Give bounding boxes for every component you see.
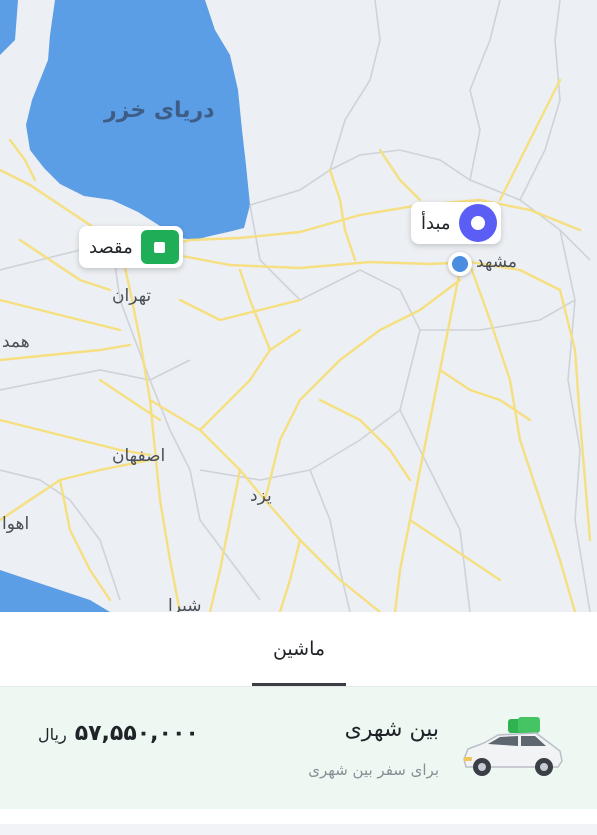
destination-marker[interactable]: مقصد [79,226,183,268]
city-label-hamedan: همد [2,332,30,352]
tab-selected-indicator [252,683,346,686]
origin-marker[interactable]: مبدأ [411,202,501,244]
vehicle-tabs: ماشین [0,612,597,687]
car-with-luggage-icon [463,717,563,776]
sea-label: دریای خزر [104,98,215,123]
city-label-isfahan: اصفهان [112,446,166,466]
service-option-card[interactable]: بین شهری برای سفر بین شهری ریال ۵۷,۵۵۰,۰… [0,687,597,809]
price-currency: ریال [38,725,67,744]
city-label-yazd: یزد [250,486,272,506]
map-view[interactable]: دریای خزر تهران همد اصفهان یزد اهوا شیرا… [0,0,597,612]
origin-circle-icon [458,204,497,242]
city-label-shiraz: شیرا [168,596,202,612]
service-title: بین شهری [344,717,439,742]
map-canvas [0,0,597,612]
tab-car[interactable]: ماشین [252,612,346,686]
destination-marker-label: مقصد [89,236,133,258]
bottom-area [0,809,597,835]
service-price: ریال ۵۷,۵۵۰,۰۰۰ [38,721,199,746]
city-label-mashhad: مشهد [476,252,518,272]
origin-marker-label: مبدأ [421,212,451,234]
service-subtitle: برای سفر بین شهری [308,761,439,779]
destination-square-icon [140,230,179,264]
current-location-pin-icon [448,252,472,276]
city-label-ahvaz: اهوا [2,514,30,534]
price-value: ۵۷,۵۵۰,۰۰۰ [74,721,199,746]
city-label-tehran: تهران [112,286,152,306]
